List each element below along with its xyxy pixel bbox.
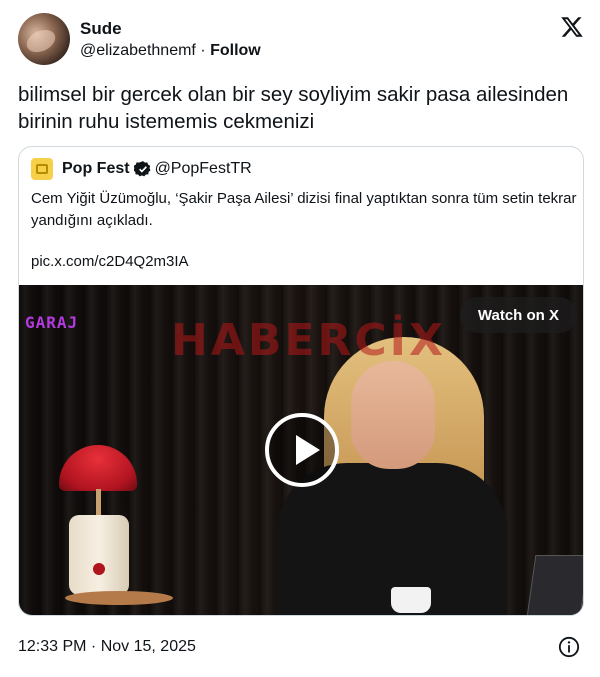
quoted-tweet-link[interactable]: pic.x.com/c2D4Q2m3IA xyxy=(31,253,189,270)
x-logo-icon[interactable] xyxy=(560,15,584,39)
lamp-jar xyxy=(69,515,129,595)
cherry-decoration xyxy=(93,563,105,575)
quoted-tweet[interactable]: Pop Fest @PopFestTR Cem Yiğit Üzümoğlu, … xyxy=(18,146,584,616)
verified-badge-icon xyxy=(133,161,151,177)
info-icon[interactable] xyxy=(558,636,580,658)
quoted-tweet-header: Pop Fest @PopFestTR xyxy=(31,158,252,180)
pop-fest-logo-icon[interactable] xyxy=(31,158,53,180)
laptop xyxy=(526,555,583,615)
video-player[interactable]: GARAJ HABERCİX Watch on X xyxy=(19,285,583,615)
quoted-author-name[interactable]: Pop Fest xyxy=(62,160,130,178)
quoted-tweet-text: Cem Yiğit Üzümoğlu, ‘Şakir Paşa Ailesi’ … xyxy=(31,190,577,229)
timestamp[interactable]: 12:33 PM · Nov 15, 2025 xyxy=(18,638,196,656)
side-table xyxy=(65,591,173,605)
watermark: HABERCİX xyxy=(171,315,446,366)
channel-logo: GARAJ xyxy=(25,313,79,332)
author-name[interactable]: Sude xyxy=(80,19,122,39)
tweet-header: Sude @elizabethnemf · Follow xyxy=(18,13,584,65)
author-handle[interactable]: @elizabethnemf xyxy=(80,42,196,59)
play-icon[interactable] xyxy=(265,413,339,487)
separator: · xyxy=(200,42,206,59)
tweet-text: bilimsel bir gercek olan bir sey soyliyi… xyxy=(18,83,569,133)
quoted-author-handle[interactable]: @PopFestTR xyxy=(155,160,252,178)
cup xyxy=(391,587,431,613)
tweet-footer: 12:33 PM · Nov 15, 2025 xyxy=(18,636,584,660)
speaker-face xyxy=(351,361,435,469)
avatar[interactable] xyxy=(18,13,70,65)
watch-on-x-button[interactable]: Watch on X xyxy=(459,297,577,333)
author-handle-line: @elizabethnemf · Follow xyxy=(80,42,261,60)
follow-button[interactable]: Follow xyxy=(210,42,261,59)
